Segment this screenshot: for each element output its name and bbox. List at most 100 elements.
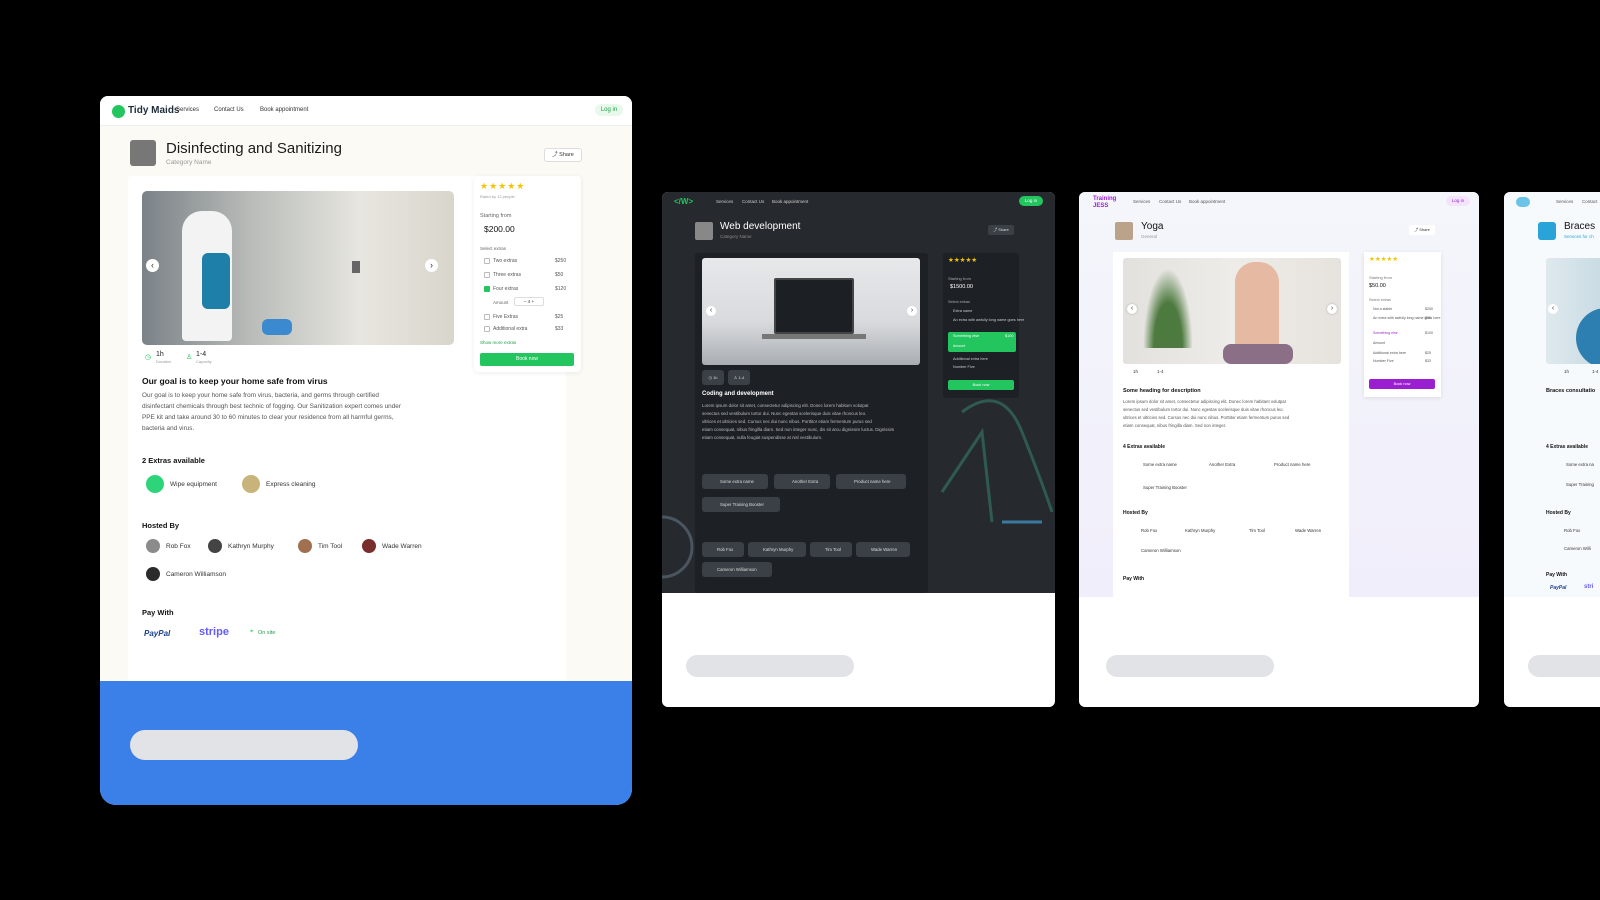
share-button[interactable]: ⤴ Share bbox=[544, 148, 582, 162]
tidy-maids-preview-card: Tidy Maids Services Contact Us Book appo… bbox=[100, 96, 632, 805]
nav-book-appointment[interactable]: Book appointment bbox=[772, 199, 808, 204]
description-line: etiam consequat, nibus fringilla diam. S… bbox=[702, 427, 895, 432]
carousel-prev-button[interactable]: ‹ bbox=[706, 306, 716, 316]
starting-from-label: Starting from bbox=[948, 276, 971, 281]
extra-name[interactable]: An extra with awfully long name goes her… bbox=[953, 318, 1024, 322]
carousel-prev-button[interactable]: ‹ bbox=[146, 259, 159, 272]
book-now-button[interactable]: Book now bbox=[948, 380, 1014, 390]
description-line: Lorem ipsum dolor sit amet, consectetur … bbox=[1123, 399, 1286, 404]
nav-contact[interactable]: Contact Us bbox=[742, 199, 764, 204]
description-line: disinfectant chemicals through best tech… bbox=[142, 403, 401, 410]
extra-name[interactable]: Additional extra here bbox=[1373, 351, 1406, 355]
extra-checkbox[interactable] bbox=[484, 286, 490, 292]
nav-book-appointment[interactable]: Book appointment bbox=[1189, 199, 1225, 204]
host-name[interactable]: Tim Tool bbox=[318, 543, 342, 550]
login-button[interactable]: Log in bbox=[595, 104, 623, 116]
description-line: etiam consequat, nulla feugiat suspendis… bbox=[702, 435, 823, 440]
nav-services[interactable]: Services bbox=[176, 107, 199, 113]
extra-chip[interactable]: Another Extra bbox=[1209, 462, 1235, 467]
login-button[interactable]: Log in bbox=[1446, 196, 1470, 206]
host-name[interactable]: Rob Fox bbox=[1141, 528, 1157, 533]
host-chip[interactable]: Tim Tool bbox=[810, 542, 852, 557]
host-chip[interactable]: Cameron Williamson bbox=[702, 562, 772, 577]
extra-name[interactable]: Something else bbox=[1373, 331, 1398, 335]
share-button[interactable]: ⤴ Share bbox=[988, 225, 1014, 235]
brand-line2: JESS bbox=[1093, 203, 1109, 209]
host-chip[interactable]: Rob Fox bbox=[702, 542, 744, 557]
extra-name[interactable]: Extra name bbox=[953, 309, 972, 313]
extra-price: $25 bbox=[555, 314, 564, 320]
service-thumbnail bbox=[695, 222, 713, 240]
extra-name[interactable]: Additional extra here bbox=[953, 357, 988, 361]
login-button[interactable]: Log in bbox=[1019, 196, 1043, 206]
select-extras-label: Select extras bbox=[480, 246, 507, 251]
extra-name[interactable]: Not a stable bbox=[1373, 307, 1392, 311]
host-name[interactable]: Cameron Willi bbox=[1564, 546, 1591, 551]
show-more-extras-link[interactable]: Show more extras bbox=[480, 340, 516, 345]
extra-item[interactable]: Express cleaning bbox=[266, 481, 316, 488]
extra-chip[interactable]: Product name here bbox=[1274, 462, 1311, 467]
book-now-button[interactable]: Book now bbox=[1369, 379, 1435, 389]
extra-checkbox[interactable] bbox=[484, 314, 490, 320]
service-thumbnail bbox=[1538, 222, 1556, 240]
nav-services[interactable]: Services bbox=[1133, 199, 1150, 204]
express-cleaning-icon bbox=[242, 475, 260, 493]
host-chip[interactable]: Kathryn Murphy bbox=[748, 542, 806, 557]
extra-chip[interactable]: Some extra name bbox=[702, 474, 768, 489]
booking-panel bbox=[1364, 252, 1441, 397]
extras-available-heading: 4 Extras available bbox=[1123, 444, 1165, 450]
extra-chip[interactable]: Another Extra bbox=[774, 474, 830, 489]
avatar bbox=[362, 539, 376, 553]
host-name[interactable]: Cameron Williamson bbox=[1141, 548, 1181, 553]
host-chip[interactable]: Wade Warren bbox=[856, 542, 910, 557]
page-title: Braces bbox=[1564, 221, 1596, 232]
amount-value: 4 bbox=[527, 299, 531, 304]
host-name[interactable]: Kathryn Murphy bbox=[228, 543, 274, 550]
extra-chip[interactable]: Super Training bbox=[1566, 482, 1594, 487]
amount-stepper[interactable]: – 4 + bbox=[514, 297, 544, 306]
host-name[interactable]: Wade Warren bbox=[382, 543, 422, 550]
nav-contact[interactable]: Contact bbox=[1582, 199, 1598, 204]
share-button[interactable]: ⤴ Share bbox=[1409, 225, 1435, 235]
host-name[interactable]: Rob Fox bbox=[166, 543, 191, 550]
extra-chip[interactable]: Super Training Booster bbox=[1143, 485, 1187, 490]
extra-name[interactable]: Number Five bbox=[953, 365, 975, 369]
host-name[interactable]: Tim Tool bbox=[1249, 528, 1265, 533]
category-name: Category Name bbox=[720, 234, 752, 239]
nav-book-appointment[interactable]: Book appointment bbox=[260, 107, 308, 113]
carousel-prev-button[interactable]: ‹ bbox=[1127, 304, 1137, 314]
carousel-next-button[interactable]: › bbox=[1327, 304, 1337, 314]
extra-checkbox[interactable] bbox=[484, 272, 490, 278]
carousel-next-button[interactable]: › bbox=[425, 259, 438, 272]
booking-panel: ★★★★★ Rated by 12 people Starting from $… bbox=[474, 176, 581, 372]
extra-name: Additional extra bbox=[493, 326, 528, 332]
extra-item[interactable]: Wipe equipment bbox=[170, 481, 217, 488]
host-name[interactable]: Kathryn Murphy bbox=[1185, 528, 1215, 533]
extra-name: Three extras bbox=[493, 272, 522, 278]
extra-chip[interactable]: Super Training Booster bbox=[702, 497, 780, 512]
nav-services[interactable]: Services bbox=[1556, 199, 1573, 204]
nav-contact[interactable]: Contact Us bbox=[1159, 199, 1181, 204]
nav-services[interactable]: Services bbox=[716, 199, 733, 204]
extra-chip[interactable]: Some extra name bbox=[1143, 462, 1177, 467]
duration-value: 1h bbox=[1133, 369, 1139, 374]
host-name[interactable]: Cameron Williamson bbox=[166, 571, 226, 578]
avatar bbox=[208, 539, 222, 553]
page-background bbox=[1504, 192, 1600, 597]
extra-chip[interactable]: Some extra na bbox=[1566, 462, 1594, 467]
extra-price: $50 bbox=[555, 272, 564, 278]
service-photo bbox=[142, 191, 454, 345]
carousel-next-button[interactable]: › bbox=[907, 306, 917, 316]
host-name[interactable]: Wade Warren bbox=[1295, 528, 1321, 533]
host-name[interactable]: Rob Fox bbox=[1564, 528, 1580, 533]
nav-contact[interactable]: Contact Us bbox=[214, 107, 244, 113]
book-now-button[interactable]: Book now bbox=[480, 353, 574, 366]
carousel-prev-button[interactable]: ‹ bbox=[1548, 304, 1558, 314]
extra-checkbox[interactable] bbox=[484, 258, 490, 264]
footer-placeholder-bar bbox=[1106, 655, 1274, 677]
extra-chip[interactable]: Product name here bbox=[836, 474, 906, 489]
extra-price: $100 bbox=[1005, 334, 1014, 338]
extra-name[interactable]: Number Five bbox=[1373, 359, 1394, 363]
footer-placeholder-bar bbox=[1528, 655, 1600, 677]
extra-checkbox[interactable] bbox=[484, 326, 490, 332]
